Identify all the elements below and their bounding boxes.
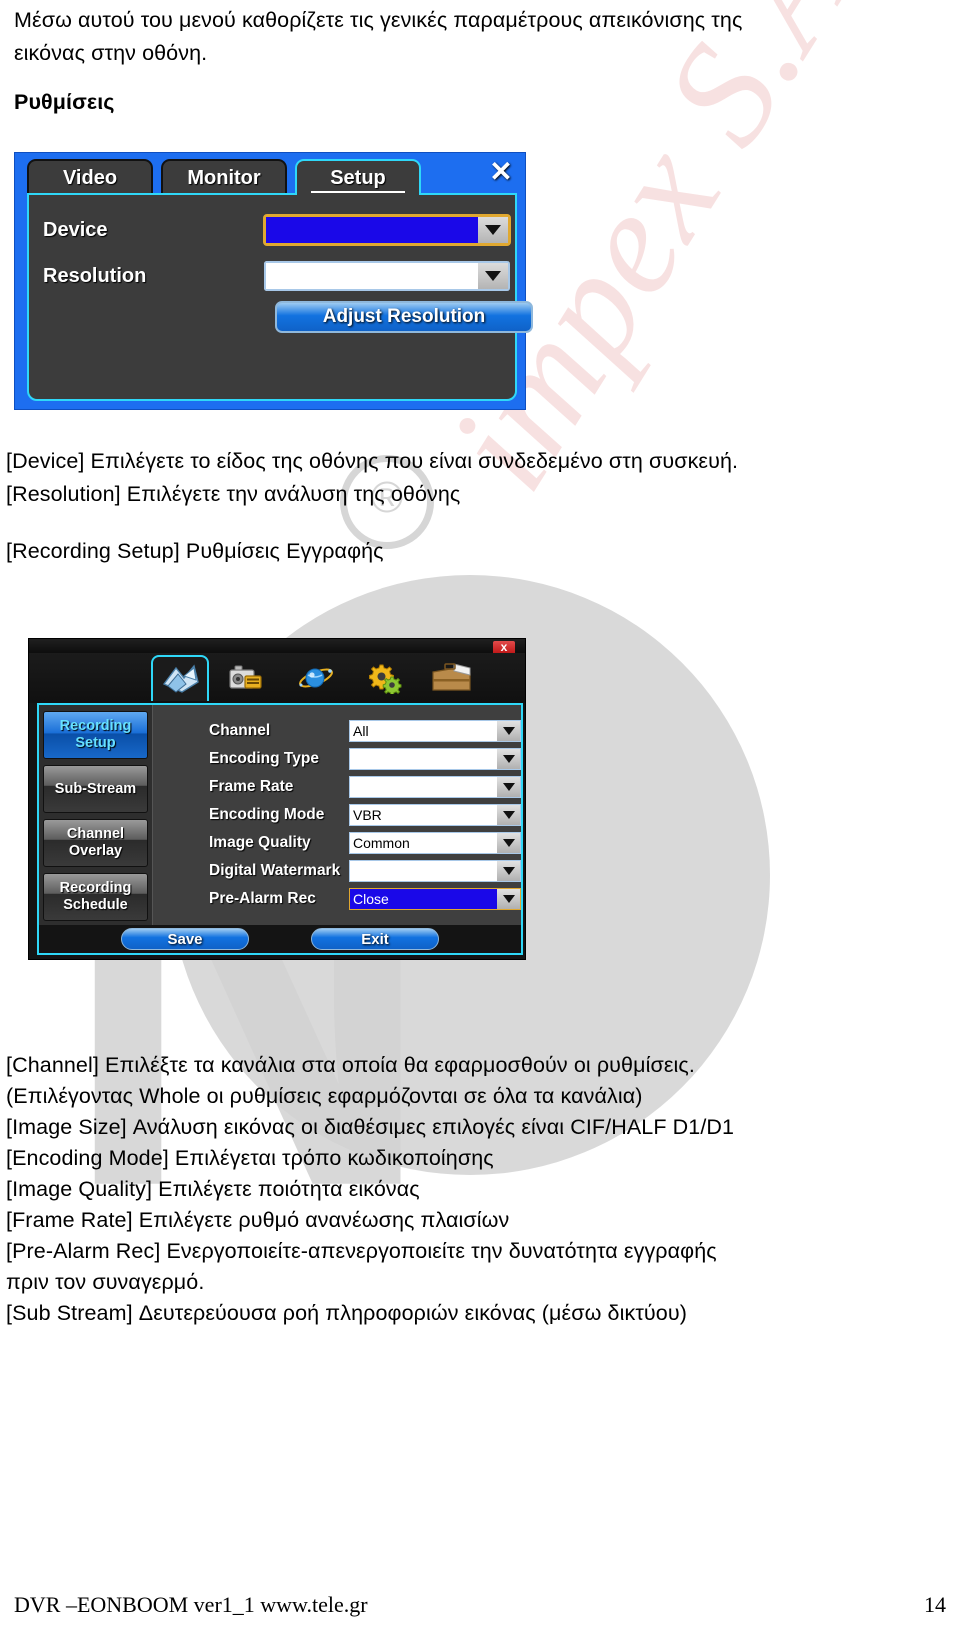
recording-dialog-toolbar — [29, 653, 525, 703]
device-value — [263, 215, 478, 245]
image-quality-value: Common — [349, 831, 497, 854]
intro-heading: Ρυθμίσεις — [14, 90, 115, 114]
recording-dialog-footer: Save Exit — [37, 925, 523, 955]
device-row: Device — [43, 213, 511, 247]
tab-setup[interactable]: Setup — [295, 159, 421, 195]
setup-dialog-tabbar: Video Monitor Setup ✕ — [15, 153, 525, 195]
frame-rate-value — [349, 775, 497, 798]
gears-settings-icon[interactable] — [355, 655, 413, 701]
digital-watermark-value — [349, 859, 497, 882]
field-row-image-quality: Image Quality Common — [209, 829, 521, 856]
image-quality-select[interactable]: Common — [349, 831, 521, 854]
description-line-7: [Pre-Alarm Rec] Ενεργοποιείτε-απενεργοπο… — [6, 1239, 717, 1263]
footer-left-text: DVR –EONBOOM ver1_1 www.tele.gr — [14, 1592, 368, 1617]
pre-alarm-rec-select[interactable]: Close — [349, 887, 521, 910]
recording-icon[interactable] — [151, 655, 209, 701]
footer-page-number: 14 — [924, 1592, 946, 1617]
pre-alarm-rec-value: Close — [349, 887, 497, 910]
description-line-2: (Επιλέγοντας Whole οι ρυθμίσεις εφαρμόζο… — [6, 1084, 643, 1108]
chevron-down-icon[interactable] — [497, 719, 521, 742]
sidebar-item-label-top: Recording — [59, 718, 132, 734]
sidebar-item-label-top: Recording — [59, 880, 132, 896]
description-line-1: [Channel] Επιλέξτε τα κανάλια στα οποία … — [6, 1053, 695, 1077]
camcorder-icon[interactable] — [219, 655, 277, 701]
sidebar-item-sub-stream[interactable]: Sub-Stream — [43, 765, 148, 813]
chevron-down-icon[interactable] — [497, 831, 521, 854]
encoding-type-select[interactable] — [349, 747, 521, 770]
network-globe-icon[interactable] — [287, 655, 345, 701]
device-label: Device — [43, 218, 108, 241]
sidebar-item-label-bottom: Overlay — [68, 843, 123, 859]
adjust-resolution-button[interactable]: Adjust Resolution — [275, 301, 533, 333]
intro-line-1: Μέσω αυτού του μενού καθορίζετε τις γενι… — [14, 8, 743, 32]
resolution-label: Resolution — [43, 264, 147, 287]
setup-dialog: Video Monitor Setup ✕ Device Resolution — [14, 152, 533, 410]
recording-dialog-titlebar: x — [29, 639, 525, 655]
recording-dialog-main: Recording Setup Sub-Stream Channel Overl… — [37, 703, 523, 925]
page-footer: DVR –EONBOOM ver1_1 www.tele.gr 14 — [14, 1592, 946, 1618]
field-row-pre-alarm-rec: Pre-Alarm Rec Close — [209, 885, 521, 912]
save-button[interactable]: Save — [121, 928, 249, 950]
close-icon[interactable]: ✕ — [487, 158, 515, 187]
between-text-line-2: [Resolution] Επιλέγετε την ανάλυση της ο… — [6, 482, 461, 506]
sidebar-item-label-bottom: Schedule — [63, 897, 128, 913]
resolution-select[interactable] — [263, 261, 510, 291]
channel-select[interactable]: All — [349, 719, 521, 742]
sidebar-item-recording-schedule[interactable]: Recording Schedule — [43, 873, 148, 921]
image-quality-label: Image Quality — [209, 833, 311, 851]
resolution-value — [263, 261, 478, 291]
device-select[interactable] — [262, 214, 511, 246]
chevron-down-icon[interactable] — [497, 803, 521, 826]
pre-alarm-rec-label: Pre-Alarm Rec — [209, 889, 316, 907]
chevron-down-icon[interactable] — [497, 859, 521, 882]
intro-line-2: εικόνας στην οθόνη. — [14, 41, 208, 65]
chevron-down-icon[interactable] — [477, 215, 510, 245]
encoding-type-value — [349, 747, 497, 770]
encoding-type-label: Encoding Type — [209, 749, 319, 767]
resolution-row: Resolution — [43, 259, 510, 293]
exit-button[interactable]: Exit — [311, 928, 439, 950]
field-row-encoding-mode: Encoding Mode VBR — [209, 801, 521, 828]
sidebar-item-label-top: Channel — [66, 826, 125, 842]
recording-setup-dialog: x Recording Setup Sub-Stream Channel Ove… — [28, 638, 526, 960]
channel-label: Channel — [209, 721, 271, 739]
field-row-encoding-type: Encoding Type — [209, 745, 521, 772]
description-line-5: [Image Quality] Επιλέγετε ποιότητα εικόν… — [6, 1177, 420, 1201]
description-line-4: [Encoding Mode] Επιλέγεται τρόπο κωδικοπ… — [6, 1146, 494, 1170]
recording-dialog-fields: Channel All Encoding Type Frame Rate Enc… — [153, 705, 521, 925]
encoding-mode-label: Encoding Mode — [209, 805, 325, 823]
description-line-8: πριν τον συναγερμό. — [6, 1270, 205, 1294]
chevron-down-icon[interactable] — [497, 887, 521, 910]
tab-monitor[interactable]: Monitor — [161, 159, 287, 195]
sidebar-item-channel-overlay[interactable]: Channel Overlay — [43, 819, 148, 867]
frame-rate-label: Frame Rate — [209, 777, 294, 795]
chevron-down-icon[interactable] — [497, 747, 521, 770]
description-line-6: [Frame Rate] Επιλέγετε ρυθμό ανανέωσης π… — [6, 1208, 510, 1232]
sidebar-item-label-bottom: Setup — [75, 735, 116, 751]
frame-rate-select[interactable] — [349, 775, 521, 798]
tab-video[interactable]: Video — [27, 159, 153, 195]
field-row-channel: Channel All — [209, 717, 521, 744]
field-row-digital-watermark: Digital Watermark — [209, 857, 521, 884]
sidebar-item-recording-setup[interactable]: Recording Setup — [43, 711, 148, 759]
recording-dialog-sidebar: Recording Setup Sub-Stream Channel Overl… — [39, 705, 153, 925]
chevron-down-icon[interactable] — [477, 261, 510, 291]
encoding-mode-value: VBR — [349, 803, 497, 826]
description-line-9: [Sub Stream] Δευτερεύουσα ροή πληροφοριώ… — [6, 1301, 687, 1325]
digital-watermark-label: Digital Watermark — [209, 861, 341, 879]
channel-value: All — [349, 719, 497, 742]
sidebar-item-label-top: Sub-Stream — [54, 780, 137, 797]
briefcase-folder-icon[interactable] — [423, 655, 481, 701]
between-text-line-3: [Recording Setup] Ρυθμίσεις Εγγραφής — [6, 539, 384, 563]
setup-dialog-body: Device Resolution Adjust Resolution — [27, 193, 533, 401]
description-line-3: [Image Size] Ανάλυση εικόνας οι διαθέσιμ… — [6, 1115, 735, 1139]
field-row-frame-rate: Frame Rate — [209, 773, 521, 800]
between-text-line-1: [Device] Επιλέγετε το είδος της οθόνης π… — [6, 449, 739, 473]
digital-watermark-select[interactable] — [349, 859, 521, 882]
chevron-down-icon[interactable] — [497, 775, 521, 798]
encoding-mode-select[interactable]: VBR — [349, 803, 521, 826]
